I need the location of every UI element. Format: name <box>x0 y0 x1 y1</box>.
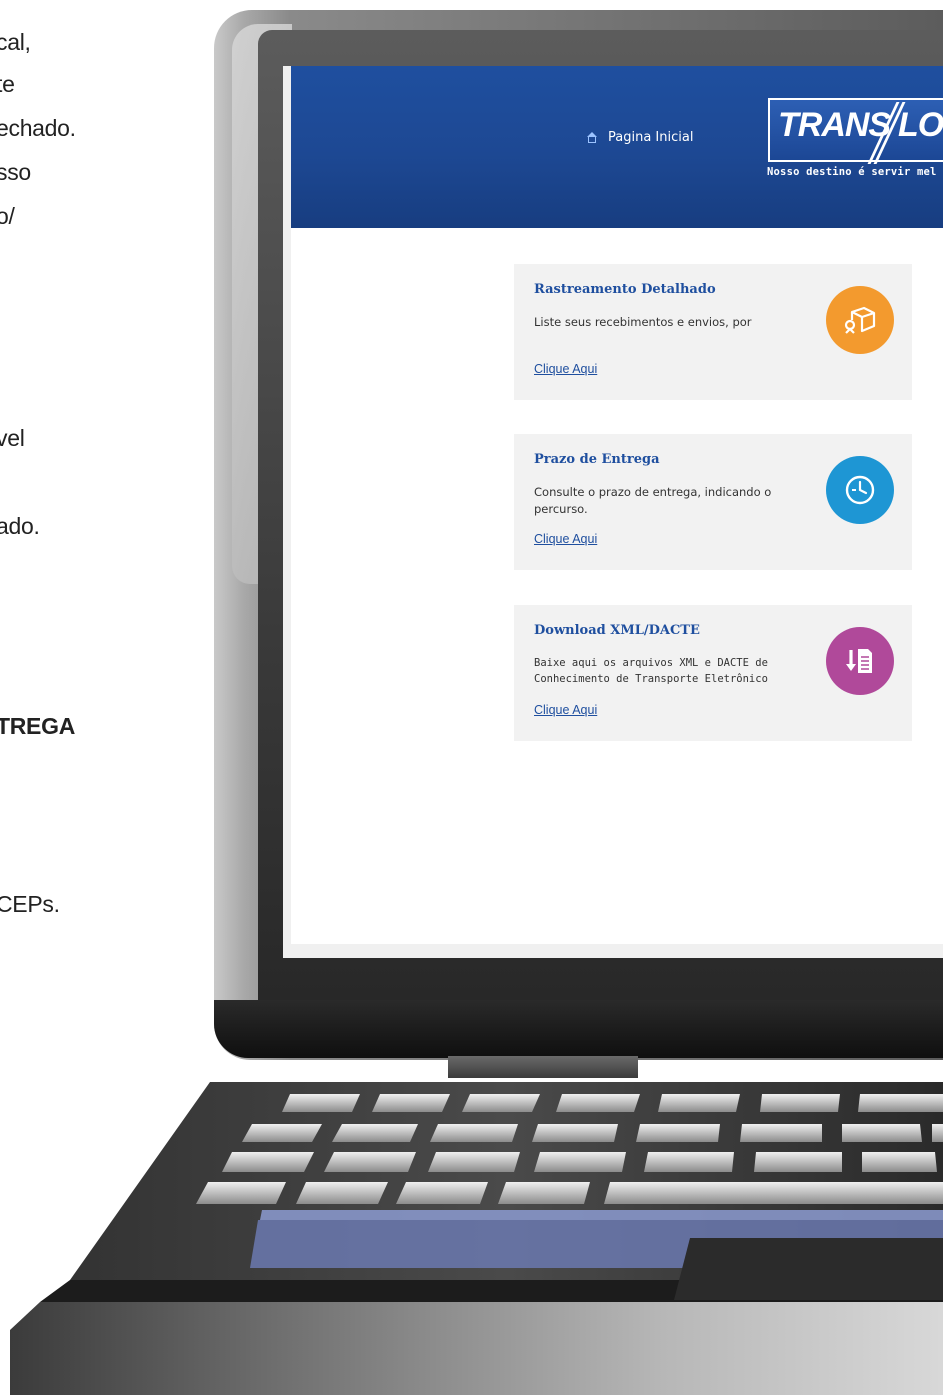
card-description: Consulte o prazo de entrega, indicando o… <box>534 485 772 516</box>
card-description: Baixe aqui os arquivos XML e DACTE de Co… <box>534 657 768 685</box>
card-title: Rastreamento Detalhado <box>534 282 716 297</box>
card-title: Download XML/DACTE <box>534 623 700 638</box>
side-text-line: o/ <box>0 203 15 229</box>
laptop-keyboard-base <box>0 1080 943 1395</box>
card-rastreamento: Rastreamento Detalhado Liste seus recebi… <box>514 264 912 400</box>
side-text-line: te <box>0 71 15 97</box>
side-text-line: sso <box>0 159 31 185</box>
lid-bottom-edge <box>214 1000 943 1058</box>
package-icon[interactable] <box>826 286 894 354</box>
logo-tagline: Nosso destino é servir mel <box>767 166 937 178</box>
site-logo[interactable]: TRANS LOV <box>768 98 943 164</box>
laptop-screen: Pagina Inicial TRANS LOV Nosso destino é… <box>283 66 943 958</box>
side-text-line: CEPs. <box>0 891 60 917</box>
home-link-label: Pagina Inicial <box>608 130 694 145</box>
home-link[interactable]: Pagina Inicial <box>586 130 693 145</box>
side-text-line: ado. <box>0 513 40 539</box>
card-title: Prazo de Entrega <box>534 452 660 467</box>
card-description: Liste seus recebimentos e envios, por <box>534 315 752 329</box>
card-download-xml: Download XML/DACTE Baixe aqui os arquivo… <box>514 605 912 741</box>
clock-icon[interactable] <box>826 456 894 524</box>
clique-aqui-link[interactable]: Clique Aqui <box>534 362 597 376</box>
side-text-line: echado. <box>0 115 76 141</box>
site-header: Pagina Inicial TRANS LOV Nosso destino é… <box>291 66 943 228</box>
clique-aqui-link[interactable]: Clique Aqui <box>534 703 597 717</box>
home-icon <box>586 131 598 144</box>
side-text-line: vel <box>0 425 25 451</box>
laptop-hinge <box>448 1056 638 1078</box>
logo-text-right: LOV <box>898 106 943 144</box>
logo-slash-icon <box>867 102 906 164</box>
card-prazo-entrega: Prazo de Entrega Consulte o prazo de ent… <box>514 434 912 570</box>
document-download-icon[interactable] <box>826 627 894 695</box>
clique-aqui-link[interactable]: Clique Aqui <box>534 532 597 546</box>
side-text-line: TREGA <box>0 713 76 739</box>
side-text-line: cal, <box>0 29 31 55</box>
logo-text-left: TRANS <box>778 106 891 144</box>
web-page: Pagina Inicial TRANS LOV Nosso destino é… <box>291 66 943 944</box>
